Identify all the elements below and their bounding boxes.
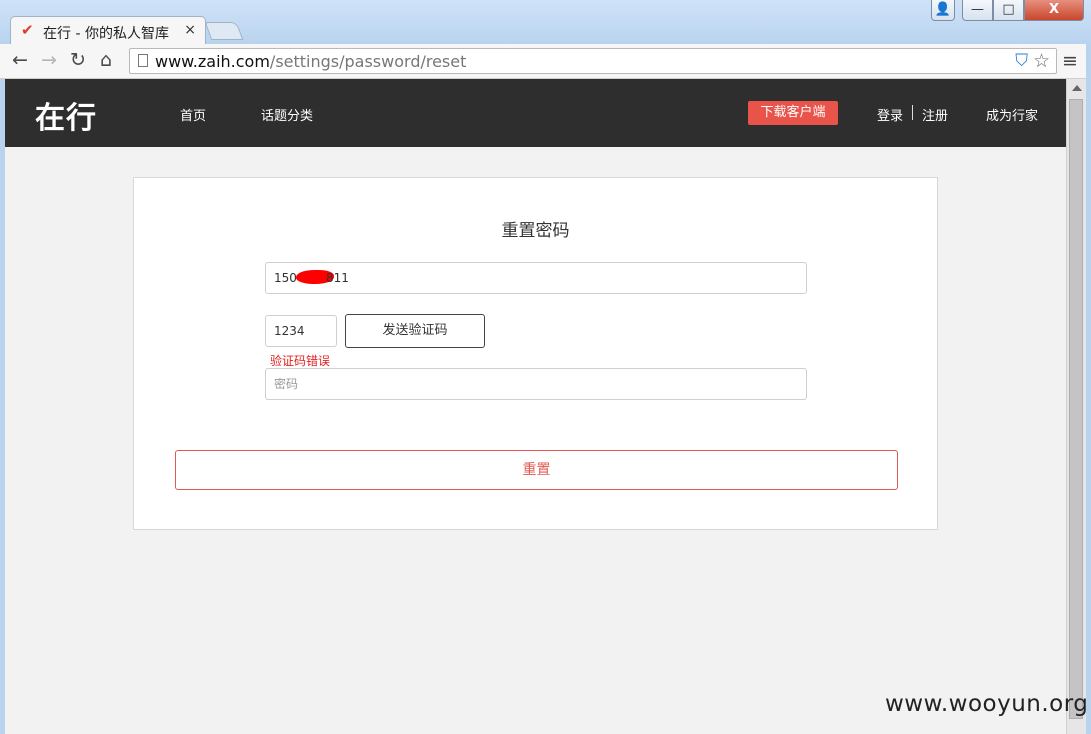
- window-border-right: [1086, 44, 1091, 734]
- maximize-button[interactable]: □: [993, 0, 1024, 21]
- page-icon: [138, 54, 148, 67]
- vertical-scrollbar[interactable]: [1066, 79, 1086, 734]
- minimize-button[interactable]: —: [962, 0, 993, 21]
- url-path: /settings/password/reset: [269, 52, 467, 71]
- become-expert-link[interactable]: 成为行家: [986, 105, 1038, 124]
- phone-prefix: 150: [274, 271, 297, 285]
- site-header: 在行 首页 话题分类 下载客户端 登录 注册 成为行家: [5, 79, 1066, 147]
- url-text: www.zaih.com/settings/password/reset: [155, 52, 466, 71]
- page-viewport: 在行 首页 话题分类 下载客户端 登录 注册 成为行家 重置密码 150 811…: [5, 79, 1066, 734]
- browser-toolbar: ← → ↻ ⌂ www.zaih.com/settings/password/r…: [0, 44, 1091, 79]
- back-arrow-icon[interactable]: ←: [12, 50, 28, 70]
- login-link[interactable]: 登录: [877, 105, 903, 124]
- tab-close-icon[interactable]: ×: [184, 22, 196, 38]
- site-logo[interactable]: 在行: [35, 93, 97, 137]
- checkmark-favicon-icon: ✔: [21, 21, 34, 39]
- forward-arrow-icon[interactable]: →: [41, 50, 57, 70]
- nav-topics-link[interactable]: 话题分类: [261, 105, 313, 124]
- reload-icon[interactable]: ↻: [70, 50, 86, 70]
- new-tab-button[interactable]: [204, 22, 244, 40]
- phone-input[interactable]: 150 811: [265, 262, 807, 294]
- password-input[interactable]: 密码: [265, 368, 807, 400]
- url-host: www.zaih.com: [155, 52, 270, 71]
- download-client-button[interactable]: 下载客户端: [748, 101, 838, 125]
- shield-icon[interactable]: ⛉: [1015, 51, 1028, 71]
- reset-button[interactable]: 重置: [175, 450, 898, 490]
- reset-password-card: 重置密码 150 811 1234 发送验证码 验证码错误 密码 重置: [133, 177, 938, 530]
- browser-titlebar: ✔ 在行 - 你的私人智库 × 👤 — □ X: [0, 0, 1091, 44]
- send-code-button[interactable]: 发送验证码: [345, 314, 485, 348]
- address-bar[interactable]: www.zaih.com/settings/password/reset ⛉ ☆: [129, 48, 1057, 74]
- scroll-thumb[interactable]: [1069, 99, 1083, 719]
- verification-code-input[interactable]: 1234: [265, 315, 337, 347]
- nav-divider: [912, 105, 913, 120]
- nav-home-link[interactable]: 首页: [180, 105, 206, 124]
- scroll-up-arrow-icon[interactable]: [1072, 85, 1082, 91]
- bookmark-star-icon[interactable]: ☆: [1033, 50, 1050, 72]
- page-title: 重置密码: [501, 221, 570, 241]
- user-profile-button[interactable]: 👤: [931, 0, 955, 21]
- browser-tab[interactable]: ✔ 在行 - 你的私人智库 ×: [10, 16, 206, 44]
- phone-suffix: 811: [326, 271, 349, 285]
- menu-icon[interactable]: ≡: [1062, 50, 1078, 72]
- home-icon[interactable]: ⌂: [100, 50, 112, 70]
- close-window-button[interactable]: X: [1024, 0, 1084, 21]
- tab-title: 在行 - 你的私人智库: [43, 26, 169, 42]
- register-link[interactable]: 注册: [922, 105, 948, 124]
- code-error-message: 验证码错误: [270, 354, 331, 368]
- watermark: www.wooyun.org: [885, 691, 1089, 717]
